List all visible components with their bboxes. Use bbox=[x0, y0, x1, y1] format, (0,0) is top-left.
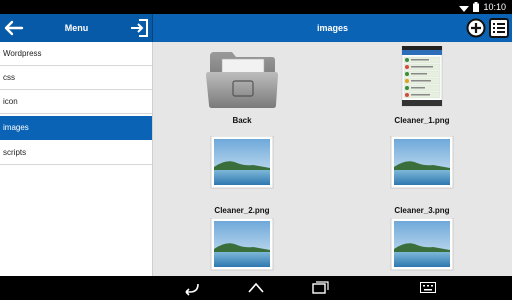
sidebar-item-icon[interactable]: icon bbox=[0, 90, 152, 114]
folder-icon bbox=[206, 52, 278, 108]
landscape-thumbnail bbox=[210, 218, 274, 271]
status-bar: 10:10 bbox=[0, 0, 512, 14]
logout-icon[interactable] bbox=[130, 18, 150, 38]
file-name: Cleaner_1.png bbox=[394, 116, 450, 125]
nav-back-icon[interactable] bbox=[182, 280, 202, 296]
sidebar-item-css[interactable]: css bbox=[0, 66, 152, 90]
app-bar: Menu images bbox=[0, 14, 512, 42]
sidebar: Wordpress css icon images scripts bbox=[0, 42, 153, 276]
nav-home-icon[interactable] bbox=[246, 280, 266, 296]
file-name: Cleaner_3.png bbox=[394, 206, 450, 215]
wifi-icon bbox=[459, 5, 470, 12]
status-indicators: 10:10 bbox=[459, 0, 506, 14]
nav-recents-icon[interactable] bbox=[310, 280, 330, 296]
page-title: images bbox=[316, 23, 349, 33]
navigation-bar bbox=[0, 276, 512, 300]
status-time: 10:10 bbox=[483, 2, 506, 12]
sidebar-item-scripts[interactable]: scripts bbox=[0, 141, 152, 165]
file-grid: Back Cleaner_1.png Cleaner_2.png Cleaner… bbox=[153, 42, 512, 276]
screenshot-thumbnail bbox=[401, 46, 443, 107]
file-name: Cleaner_2.png bbox=[214, 206, 270, 215]
file-name: Back bbox=[232, 116, 252, 125]
add-icon[interactable] bbox=[466, 18, 486, 38]
landscape-thumbnail bbox=[390, 136, 454, 189]
landscape-thumbnail bbox=[390, 218, 454, 271]
sidebar-item-images[interactable]: images bbox=[0, 116, 152, 140]
battery-icon bbox=[473, 2, 480, 12]
keyboard-icon bbox=[420, 282, 436, 293]
landscape-thumbnail bbox=[210, 136, 274, 189]
list-view-icon[interactable] bbox=[489, 18, 509, 38]
sidebar-item-wordpress[interactable]: Wordpress bbox=[0, 42, 152, 66]
sidebar-header: Menu bbox=[0, 14, 153, 42]
